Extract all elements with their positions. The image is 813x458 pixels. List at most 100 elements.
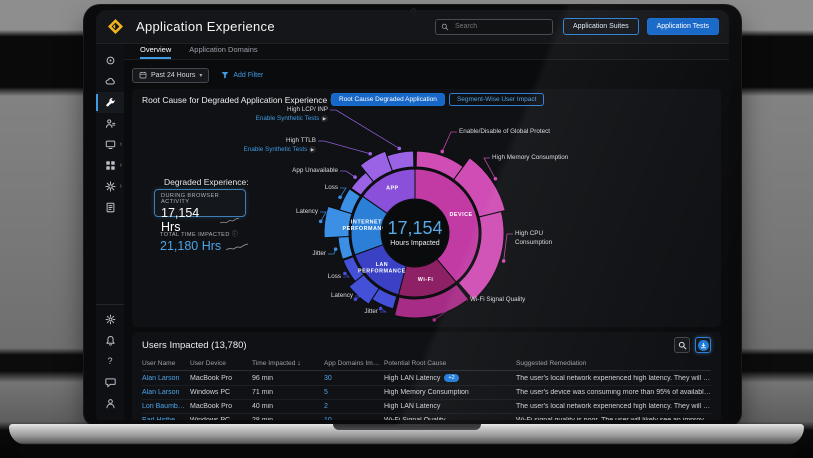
laptop-scene: Application Experience Application Suite…: [0, 0, 813, 458]
add-filter-button[interactable]: Add Filter: [221, 71, 263, 79]
sidebar-item-settings[interactable]: [96, 309, 124, 330]
callout-action-link[interactable]: Enable Synthetic Tests ▶: [244, 145, 316, 154]
table-row[interactable]: Alan LarsonMacBook Pro96 min30High LAN L…: [142, 371, 711, 386]
search-box[interactable]: [435, 19, 553, 35]
column-header-user-device[interactable]: User Device: [190, 360, 248, 367]
filter-funnel-icon: [221, 71, 229, 79]
callout-dot: [368, 152, 372, 156]
table-row[interactable]: Earl Hirthe Windows PC 28 min 10 Wi-Fi Signa…: [142, 414, 711, 420]
sidebar-item-account[interactable]: [96, 393, 124, 414]
callout-line: [340, 171, 355, 177]
run-action-icon[interactable]: ▶: [321, 115, 328, 122]
table-search-button[interactable]: [674, 337, 690, 353]
run-action-icon[interactable]: ▶: [309, 146, 316, 153]
callout-line: [442, 132, 457, 151]
user-name-link[interactable]: Alan Larson: [142, 389, 186, 396]
callout-action-link[interactable]: Enable Synthetic Tests ▶: [256, 114, 328, 123]
target-icon: [105, 55, 116, 66]
callout-label: High Memory Consumption: [492, 153, 568, 162]
segment-label: Wi-Fi: [418, 277, 434, 283]
root-cause: Wi-Fi Signal Quality: [384, 417, 512, 420]
wrench-icon: [105, 97, 116, 108]
callout-dot: [354, 297, 358, 301]
chevron-down-icon: ▾: [199, 72, 202, 79]
callout-label: App Unavailable: [292, 166, 338, 175]
column-header-time-impacted[interactable]: Time Impacted↓: [252, 360, 320, 367]
column-header-app-domains-impacted[interactable]: App Domains Impacted: [324, 360, 380, 367]
sidebar-item-tools[interactable]: [96, 92, 124, 113]
user-device: Windows PC: [190, 389, 248, 396]
table-title: Users Impacted (13,780): [142, 340, 247, 351]
callout-label: High TTLB: [244, 136, 316, 145]
table-export-button[interactable]: [695, 337, 711, 353]
app-domains-link[interactable]: 2: [324, 403, 380, 410]
sidebar-item-agents[interactable]: [96, 113, 124, 134]
sidebar-item-reports[interactable]: [96, 197, 124, 218]
subsegment-high-lcp-inp[interactable]: [387, 151, 414, 171]
callout-high-lcp-inp: High LCP/ INPEnable Synthetic Tests ▶: [256, 105, 328, 123]
sidebar-item-devices[interactable]: ›: [96, 134, 124, 155]
tab-overview[interactable]: Overview: [140, 45, 171, 59]
tab-application-domains[interactable]: Application Domains: [189, 45, 257, 59]
remediation-text: Wi-Fi signal quality is poor. The user w…: [516, 417, 711, 420]
segment-label: APP: [386, 186, 399, 192]
callout-dot: [379, 307, 383, 311]
callout-dot: [502, 259, 506, 263]
column-header-suggested-remediation[interactable]: Suggested Remediation: [516, 360, 711, 367]
subsegment-jitter[interactable]: [338, 236, 353, 259]
callout-enable-disable-of-global-protect: Enable/Disable of Global Protect: [459, 127, 550, 136]
callout-dot: [353, 175, 357, 179]
callout-label: Latency: [296, 207, 318, 216]
cloud-icon: [105, 76, 116, 87]
sidebar-item-cloud[interactable]: [96, 71, 124, 92]
gear-icon: [105, 314, 116, 325]
time-impacted: 40 min: [252, 403, 320, 410]
user-name-link[interactable]: Lori Baumbach: [142, 403, 186, 410]
callout-label: Jitter: [364, 307, 378, 316]
remediation-text: The user's device was consuming more tha…: [516, 389, 711, 396]
time-impacted: 28 min: [252, 417, 320, 420]
callout-label: Latency: [331, 291, 353, 300]
table-row[interactable]: Alan LarsonWindows PC71 min5High Memory …: [142, 386, 711, 400]
user-name-link[interactable]: Earl Hirthe: [142, 417, 186, 420]
application-suites-button[interactable]: Application Suites: [563, 18, 639, 35]
column-header-user-name[interactable]: User Name: [142, 360, 186, 367]
sidebar-item-help[interactable]: ?: [96, 351, 124, 372]
app-domains-link[interactable]: 10: [324, 417, 380, 420]
callout-loss: Loss: [328, 272, 341, 281]
callout-label: Loss: [325, 183, 338, 192]
callout-wi-fi-signal-quality: Wi-Fi Signal Quality: [470, 295, 526, 304]
bell-icon: [105, 335, 116, 346]
app-domains-link[interactable]: 30: [324, 375, 380, 382]
app-domains-link[interactable]: 5: [324, 389, 380, 396]
root-cause: High LAN Latency: [384, 403, 512, 410]
search-input[interactable]: [453, 22, 547, 31]
callout-latency: Latency: [296, 207, 318, 216]
time-impacted: 96 min: [252, 375, 320, 382]
brand-logo-icon: [107, 18, 124, 35]
sidebar-item-feedback[interactable]: [96, 372, 124, 393]
laptop-notch: [333, 424, 481, 430]
root-cause-count-badge[interactable]: +2: [444, 374, 458, 382]
content-area: Past 24 Hours ▾ Add Filter: [124, 60, 729, 420]
callout-app-unavailable: App Unavailable: [292, 166, 338, 175]
sidebar-item-explore[interactable]: [96, 50, 124, 71]
application-tests-button[interactable]: Application Tests: [647, 18, 719, 35]
table-row[interactable]: Lori BaumbachMacBook Pro40 min2High LAN …: [142, 400, 711, 414]
sidebar-item-applications[interactable]: ›: [96, 155, 124, 176]
table-header-row: User Name User Device Time Impacted↓ App Do…: [142, 358, 711, 371]
time-range-dropdown[interactable]: Past 24 Hours ▾: [132, 68, 209, 83]
dashboard-app: Application Experience Application Suite…: [96, 10, 729, 420]
remediation-text: The user's local network experienced hig…: [516, 403, 711, 410]
user-name-link[interactable]: Alan Larson: [142, 375, 186, 382]
root-cause: High LAN Latency+2: [384, 374, 512, 382]
column-header-potential-root-cause[interactable]: Potential Root Cause: [384, 360, 512, 367]
user-device: Windows PC: [190, 417, 248, 420]
sidebar-item-integrations[interactable]: ›: [96, 176, 124, 197]
sidebar-item-notifications[interactable]: [96, 330, 124, 351]
chevron-right-icon: ›: [120, 162, 122, 169]
callout-latency: Latency: [331, 291, 353, 300]
monitor-icon: [105, 139, 116, 150]
callout-dot: [343, 272, 347, 276]
apps-icon: [105, 160, 116, 171]
